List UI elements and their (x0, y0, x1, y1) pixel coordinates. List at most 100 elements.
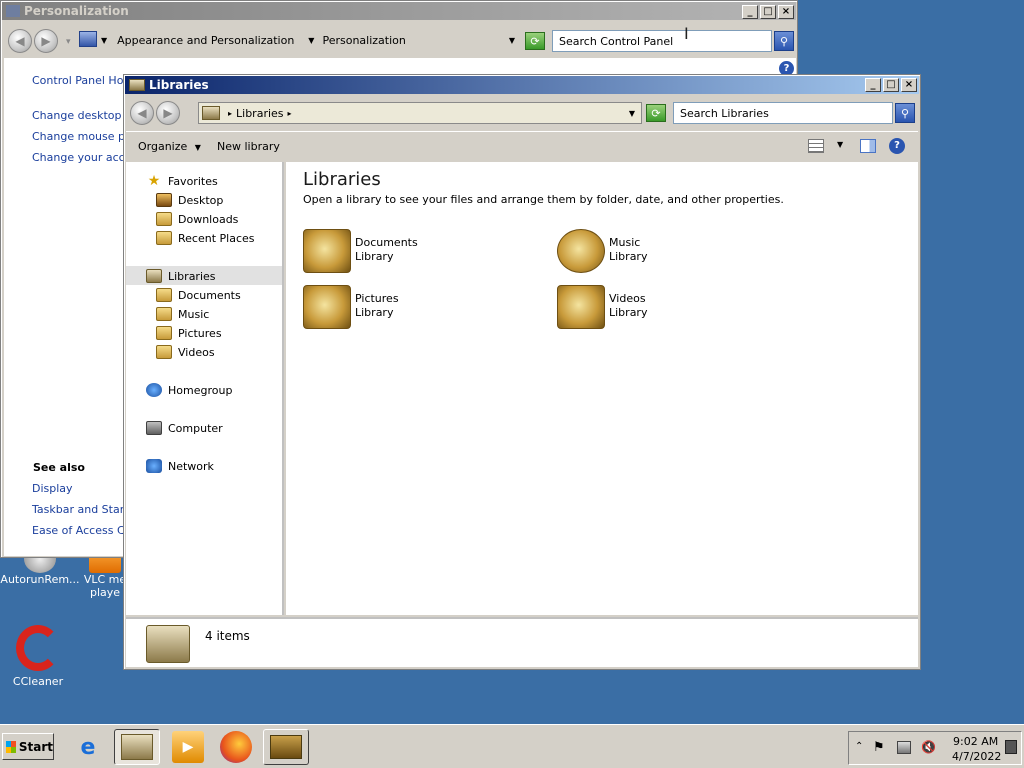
address-bar[interactable]: ▼ Appearance and Personalization ▼ Perso… (97, 29, 521, 51)
address-history-dropdown-icon[interactable]: ▼ (509, 36, 515, 45)
desktop-icon-label: CCleaner (12, 675, 64, 688)
control-panel-icon (6, 5, 20, 17)
address-libraries-crumb[interactable]: Libraries (236, 107, 284, 120)
forward-button[interactable]: ▶ (156, 101, 180, 125)
nav-pictures[interactable]: Pictures (156, 324, 222, 342)
personalization-titlebar: Personalization (2, 2, 796, 20)
new-library-button[interactable]: New library (217, 140, 280, 153)
libraries-icon (121, 734, 153, 760)
back-button[interactable]: ◀ (8, 29, 32, 53)
downloads-icon (156, 212, 172, 226)
volume-muted-icon[interactable]: 🔇 (921, 740, 936, 754)
library-name: Music (609, 236, 641, 249)
nav-label: Documents (178, 288, 241, 302)
maximize-button[interactable]: □ (760, 5, 776, 19)
nav-label: Homegroup (168, 383, 233, 397)
nav-downloads[interactable]: Downloads (156, 210, 238, 228)
library-item-music[interactable]: Music Library (557, 229, 797, 277)
desktop-icon-ccleaner[interactable]: CCleaner (0, 625, 78, 688)
nav-computer[interactable]: Computer (146, 419, 223, 437)
nav-network[interactable]: Network (146, 457, 214, 475)
taskbar: Start e ▶ ⌃ ⚑ 🔇 9:02 AM 4/7/2022 (0, 724, 1024, 768)
library-item-videos[interactable]: Videos Library (557, 285, 797, 333)
help-icon[interactable]: ? (889, 138, 905, 154)
address-history-dropdown-icon[interactable]: ▼ (629, 109, 635, 118)
search-control-panel-input[interactable]: Search Control Panel (552, 30, 772, 52)
search-placeholder: Search Libraries (680, 106, 769, 120)
address-dropdown-icon[interactable]: ▸ (228, 109, 232, 118)
library-item-documents[interactable]: Documents Library (303, 229, 543, 277)
firefox-icon[interactable] (220, 731, 252, 763)
maximize-button[interactable]: □ (883, 78, 899, 92)
action-center-flag-icon[interactable]: ⚑ (873, 740, 885, 755)
nav-favorites[interactable]: ★ Favorites (146, 172, 218, 190)
network-icon (146, 459, 162, 473)
nav-label: Downloads (178, 212, 239, 226)
close-button[interactable]: × (901, 78, 917, 92)
nav-recent-places[interactable]: Recent Places (156, 229, 255, 247)
breadcrumb-personalization[interactable]: Personalization (322, 34, 405, 47)
change-view-icon[interactable] (808, 139, 824, 153)
nav-music[interactable]: Music (156, 305, 209, 323)
back-button[interactable]: ◀ (130, 101, 154, 125)
start-button[interactable]: Start (2, 733, 54, 760)
nav-label: Favorites (168, 174, 218, 188)
internet-explorer-icon[interactable]: e (72, 731, 104, 763)
page-description: Open a library to see your files and arr… (303, 193, 784, 206)
address-dropdown-icon[interactable]: ▼ (101, 36, 107, 45)
nav-libraries[interactable]: Libraries (146, 267, 216, 285)
libraries-window-icon (129, 79, 145, 91)
libraries-icon (146, 269, 162, 283)
window-title: Libraries (149, 78, 209, 92)
start-label: Start (18, 739, 53, 754)
forward-button[interactable]: ▶ (34, 29, 58, 53)
text-cursor-icon: I (684, 24, 689, 43)
breadcrumb-appearance[interactable]: Appearance and Personalization (117, 34, 294, 47)
show-hidden-icons-icon[interactable]: ⌃ (855, 741, 863, 752)
media-player-icon[interactable]: ▶ (172, 731, 204, 763)
close-button[interactable]: × (778, 5, 794, 19)
preview-pane-icon[interactable] (860, 139, 876, 153)
nav-label: Desktop (178, 193, 224, 207)
nav-desktop[interactable]: Desktop (156, 191, 223, 209)
minimize-button[interactable]: _ (742, 5, 758, 19)
libraries-address-icon (202, 106, 220, 120)
minimize-button[interactable]: _ (865, 78, 881, 92)
computer-icon (146, 421, 162, 435)
refresh-button[interactable]: ⟳ (525, 32, 545, 50)
nav-label: Pictures (178, 326, 222, 340)
recent-pages-dropdown[interactable]: ▾ (66, 37, 71, 47)
taskbar-personalization-button[interactable] (263, 729, 309, 765)
crumb-chevron-icon[interactable]: ▸ (288, 109, 292, 118)
nav-label: Music (178, 307, 210, 321)
library-type: Library (609, 306, 648, 319)
documents-library-icon (156, 288, 172, 302)
nav-label: Computer (168, 421, 223, 435)
nav-homegroup[interactable]: Homegroup (146, 381, 232, 399)
refresh-button[interactable]: ⟳ (646, 104, 666, 122)
clock-time[interactable]: 9:02 AM (953, 735, 998, 748)
clock-date[interactable]: 4/7/2022 (952, 750, 1001, 763)
display-link[interactable]: Display (32, 482, 73, 495)
library-item-pictures[interactable]: Pictures Library (303, 285, 543, 333)
search-libraries-input[interactable]: Search Libraries (673, 102, 893, 124)
view-dropdown-icon[interactable]: ▼ (837, 140, 843, 149)
network-tray-icon[interactable] (897, 741, 911, 754)
music-library-icon (557, 229, 605, 273)
nav-documents[interactable]: Documents (156, 286, 241, 304)
videos-library-icon (156, 345, 172, 359)
library-type: Library (355, 250, 394, 263)
show-desktop-icon[interactable] (1005, 740, 1017, 754)
breadcrumb-separator-icon[interactable]: ▼ (308, 36, 314, 45)
details-pane: 4 items (126, 617, 918, 667)
address-bar[interactable]: ▸ Libraries ▸ ▼ (198, 102, 642, 124)
search-icon[interactable]: ⚲ (895, 103, 915, 123)
nav-videos[interactable]: Videos (156, 343, 215, 361)
search-icon[interactable]: ⚲ (774, 31, 794, 51)
ease-of-access-link[interactable]: Ease of Access Cer (32, 524, 136, 537)
organize-button[interactable]: Organize ▼ (138, 140, 201, 153)
system-tray: ⌃ ⚑ 🔇 9:02 AM 4/7/2022 (848, 731, 1022, 765)
organize-label: Organize (138, 140, 188, 153)
window-title: Personalization (24, 4, 129, 18)
taskbar-libraries-button[interactable] (114, 729, 160, 765)
